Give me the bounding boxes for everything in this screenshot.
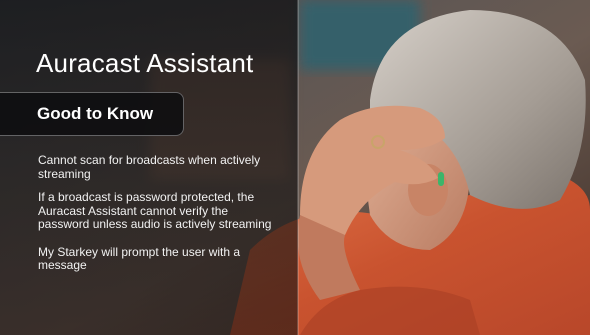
subtitle-box: Good to Know bbox=[0, 92, 184, 136]
panel-divider bbox=[297, 0, 299, 335]
bullet-text: If a broadcast is password protected, th… bbox=[38, 190, 272, 231]
slide-body: Cannot scan for broadcasts when actively… bbox=[38, 153, 278, 283]
presentation-slide: Auracast Assistant Good to Know Cannot s… bbox=[0, 0, 590, 335]
slide-subtitle: Good to Know bbox=[37, 104, 154, 123]
bullet-text: Cannot scan for broadcasts when actively… bbox=[38, 153, 261, 181]
bullet-text: My Starkey will prompt the user with a m… bbox=[38, 244, 241, 272]
slide-title: Auracast Assistant bbox=[36, 48, 254, 78]
